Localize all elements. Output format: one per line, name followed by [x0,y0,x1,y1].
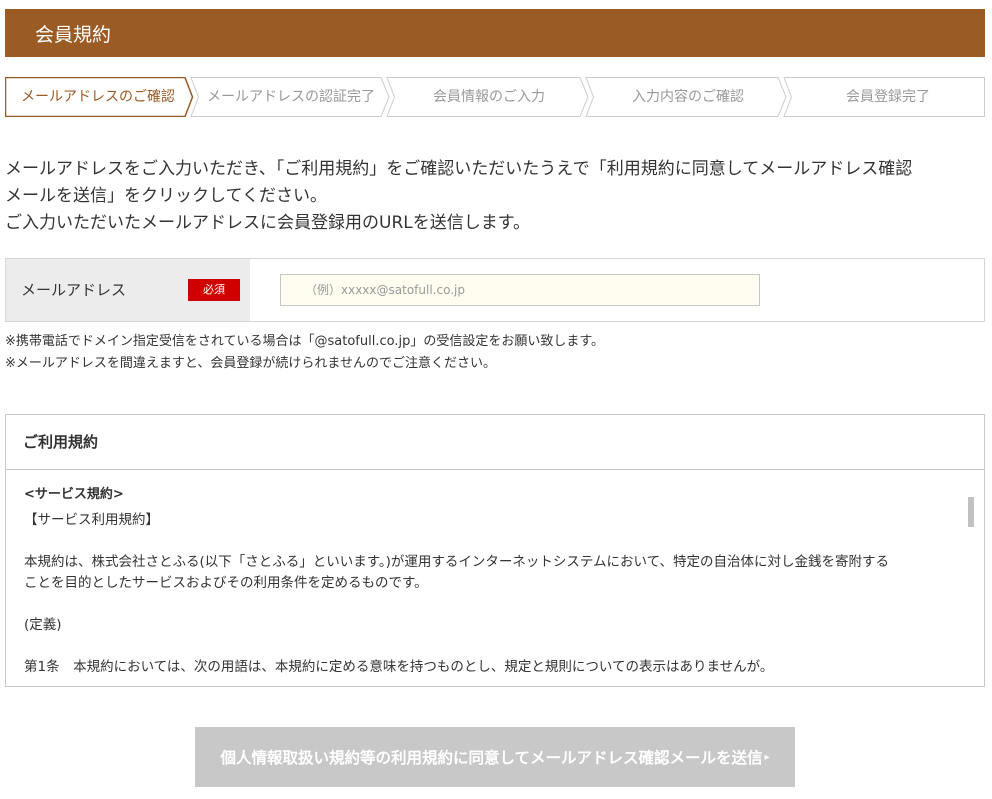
step-3-label: 会員情報のご入力 [433,89,545,105]
arrow-right-icon: ▸ [764,751,770,763]
progress-steps: メールアドレスのご確認 メールアドレスの認証完了 会員情報のご入力 入力内容のご… [5,77,985,117]
terms-subsection-title: 【サービス利用規約】 [24,512,159,528]
step-5-label: 会員登録完了 [846,89,930,105]
terms-heading: ご利用規約 [6,415,984,470]
terms-section-title: <サービス規約> [24,487,124,502]
intro-line-1: メールアドレスをご入力いただき、「ご利用規約」をご確認いただいたうえで「利用規約… [5,159,913,179]
terms-paragraph-line-1: 本規約は、株式会社さとふる(以下「さとふる」といいます。)が運用するインターネッ… [24,554,889,570]
page-title-bar: 会員規約 [5,9,985,57]
page-title: 会員規約 [35,23,112,46]
required-badge: 必須 [188,279,240,301]
terms-paragraph-line-2: ことを目的としたサービスおよびその利用条件を定めるものです。 [24,575,428,591]
note-line-2: ※メールアドレスを間違えますと、会員登録が続けられませんのでご注意ください。 [5,356,496,371]
email-notes: ※携帯電話でドメイン指定受信をされている場合は「@satofull.co.jp」… [5,331,604,375]
step-1-label: メールアドレスのご確認 [21,89,175,105]
step-2-label: メールアドレスの認証完了 [207,89,375,105]
email-input[interactable] [280,274,760,306]
email-label-cell: メールアドレス 必須 [6,259,250,321]
terms-definitions-title: (定義) [24,617,62,633]
step-4-label: 入力内容のご確認 [632,89,744,105]
intro-line-2: メールを送信」をクリックしてください。 [5,186,327,206]
intro-text: メールアドレスをご入力いただき、「ご利用規約」をご確認いただいたうえで「利用規約… [5,156,990,237]
intro-line-3: ご入力いただいたメールアドレスに会員登録用のURLを送信します。 [5,213,531,233]
terms-scroll-area[interactable]: <サービス規約> 【サービス利用規約】 本規約は、株式会社さとふる(以下「さとふ… [6,470,984,686]
agree-and-send-label: 個人情報取扱い規約等の利用規約に同意してメールアドレス確認メールを送信 [220,749,763,767]
email-input-cell [250,259,984,321]
email-form-row: メールアドレス 必須 [5,258,985,322]
note-line-1: ※携帯電話でドメイン指定受信をされている場合は「@satofull.co.jp」… [5,334,605,349]
agree-and-send-button[interactable]: 個人情報取扱い規約等の利用規約に同意してメールアドレス確認メールを送信 ▸ [195,727,795,787]
email-label: メールアドレス [21,281,127,299]
terms-partial-line: 第1条 本規約においては、次の用語は、本規約に定める意味を持つものとし、規定と規… [24,659,774,675]
terms-box: ご利用規約 <サービス規約> 【サービス利用規約】 本規約は、株式会社さとふる(… [5,414,985,687]
terms-scrollbar-thumb[interactable] [968,497,974,527]
